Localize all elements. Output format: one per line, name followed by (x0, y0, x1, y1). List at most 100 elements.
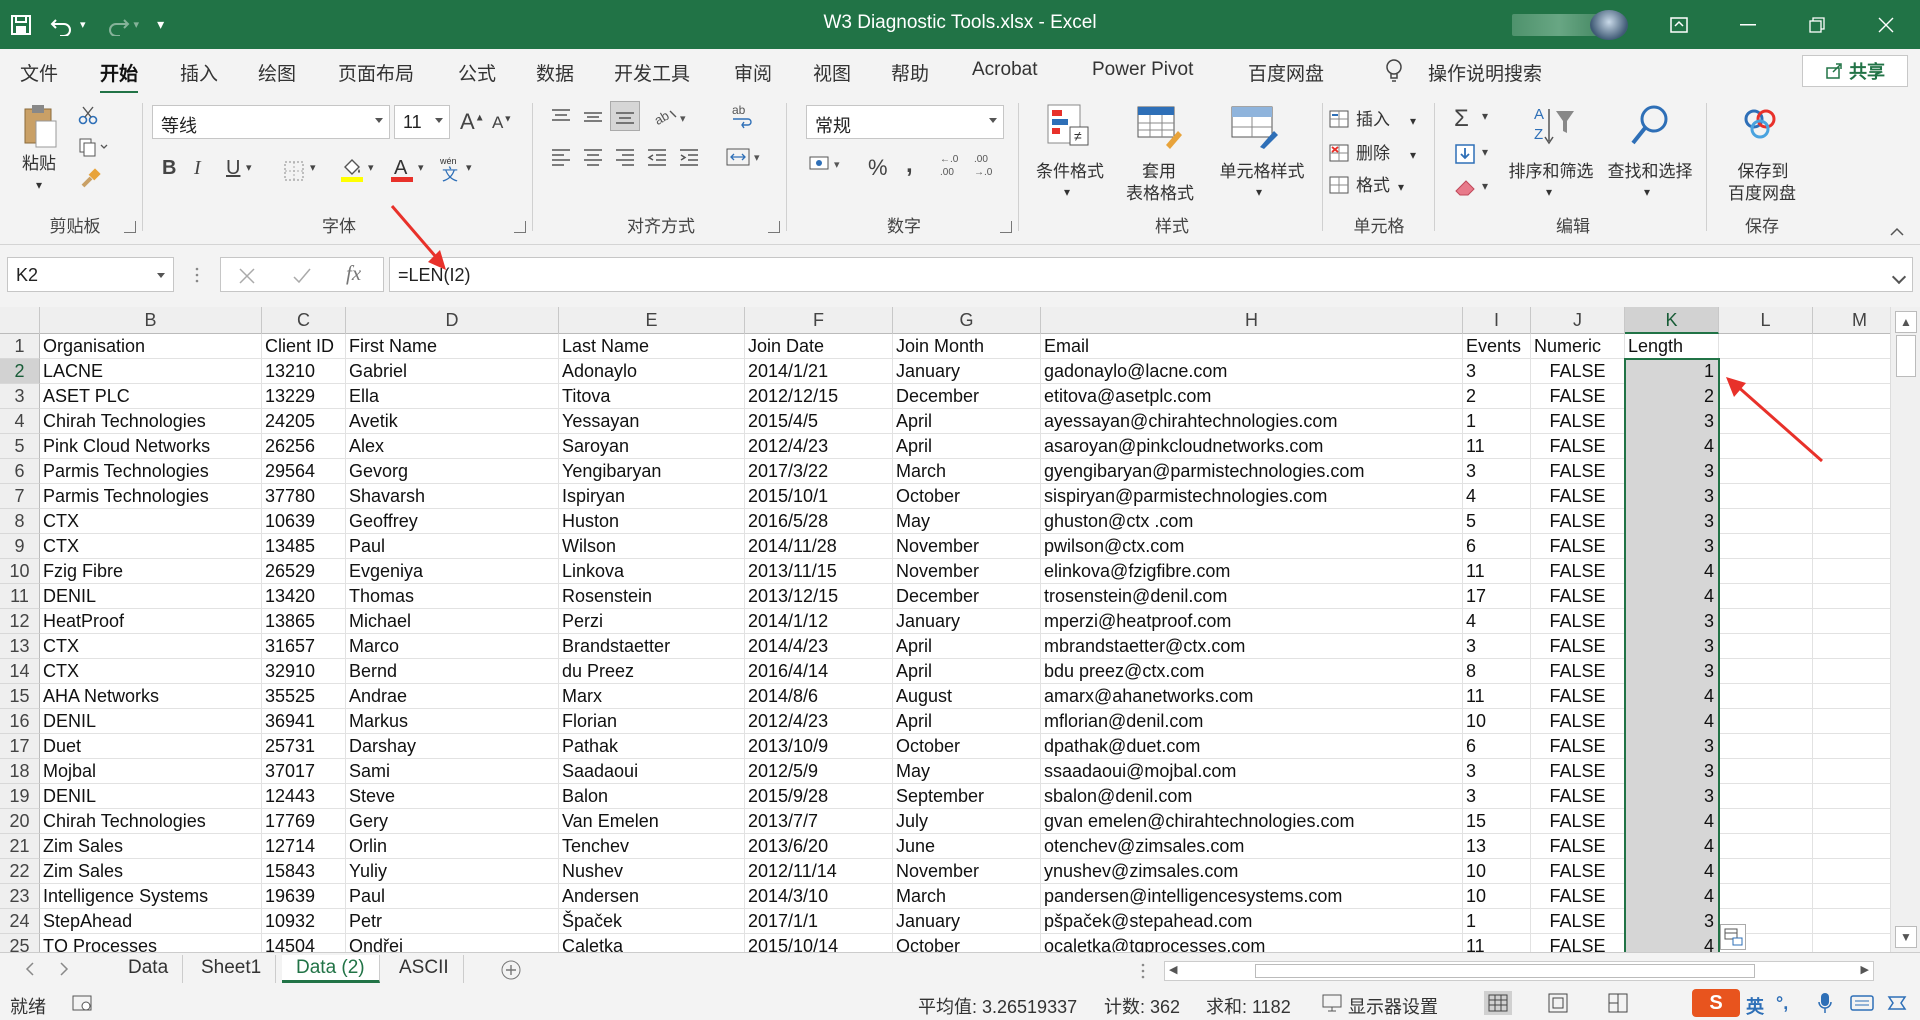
cell-d19[interactable]: Steve (346, 784, 559, 809)
sheet-tab-data[interactable]: Data (114, 955, 184, 983)
cell-i23[interactable]: 10 (1463, 884, 1531, 909)
cell-e3[interactable]: Titova (559, 384, 745, 409)
cell-c21[interactable]: 12714 (262, 834, 346, 859)
cell-b23[interactable]: Intelligence Systems (40, 884, 262, 909)
cell-b2[interactable]: LACNE (40, 359, 262, 384)
cell-b9[interactable]: CTX (40, 534, 262, 559)
cell-d7[interactable]: Shavarsh (346, 484, 559, 509)
increase-indent-icon[interactable] (678, 147, 700, 172)
cell-g25[interactable]: October (893, 934, 1041, 952)
cell-k4[interactable]: 3 (1625, 409, 1719, 434)
cell-i3[interactable]: 2 (1463, 384, 1531, 409)
underline-button[interactable]: U (226, 157, 240, 180)
macro-record-icon[interactable] (72, 994, 94, 1017)
decrease-indent-icon[interactable] (646, 147, 668, 172)
cell-m12[interactable] (1813, 609, 1890, 634)
cell-k19[interactable]: 3 (1625, 784, 1719, 809)
paste-icon[interactable] (22, 103, 58, 154)
cell-j17[interactable]: FALSE (1531, 734, 1625, 759)
find-dropdown-icon[interactable]: ▾ (1644, 182, 1650, 203)
row-header[interactable]: 8 (0, 509, 40, 534)
cell-m2[interactable] (1813, 359, 1890, 384)
insert-dropdown-icon[interactable]: ▾ (1410, 111, 1416, 132)
cell-d21[interactable]: Orlin (346, 834, 559, 859)
cell-m14[interactable] (1813, 659, 1890, 684)
cell-c17[interactable]: 25731 (262, 734, 346, 759)
row-header[interactable]: 9 (0, 534, 40, 559)
cell-d15[interactable]: Andrae (346, 684, 559, 709)
format-dropdown-icon[interactable]: ▾ (1398, 177, 1404, 198)
insert-function-icon[interactable]: fx (346, 261, 361, 286)
cell-m8[interactable] (1813, 509, 1890, 534)
cell-l1[interactable] (1719, 334, 1813, 359)
row-header[interactable]: 12 (0, 609, 40, 634)
cancel-icon[interactable] (238, 267, 256, 290)
page-layout-view-icon[interactable] (1544, 991, 1572, 1020)
cell-k21[interactable]: 4 (1625, 834, 1719, 859)
scroll-left-icon[interactable]: ◀ (1169, 963, 1177, 976)
cell-h6[interactable]: gyengibaryan@parmistechnologies.com (1041, 459, 1463, 484)
row-header[interactable]: 16 (0, 709, 40, 734)
cell-m15[interactable] (1813, 684, 1890, 709)
font-color-icon[interactable]: A (390, 155, 414, 188)
cell-h2[interactable]: gadonaylo@lacne.com (1041, 359, 1463, 384)
cell-l22[interactable] (1719, 859, 1813, 884)
cell-c13[interactable]: 31657 (262, 634, 346, 659)
column-header-j[interactable]: J (1531, 307, 1625, 334)
cell-c12[interactable]: 13865 (262, 609, 346, 634)
cell-d12[interactable]: Michael (346, 609, 559, 634)
cell-j18[interactable]: FALSE (1531, 759, 1625, 784)
cell-b25[interactable]: TQ Processes (40, 934, 262, 952)
cell-j25[interactable]: FALSE (1531, 934, 1625, 952)
cell-b14[interactable]: CTX (40, 659, 262, 684)
cell-i10[interactable]: 11 (1463, 559, 1531, 584)
cell-j24[interactable]: FALSE (1531, 909, 1625, 934)
cell-m21[interactable] (1813, 834, 1890, 859)
cell-k10[interactable]: 4 (1625, 559, 1719, 584)
column-header-b[interactable]: B (40, 307, 262, 334)
cell-i19[interactable]: 3 (1463, 784, 1531, 809)
cell-d5[interactable]: Alex (346, 434, 559, 459)
cell-i24[interactable]: 1 (1463, 909, 1531, 934)
format-cells-button[interactable]: 格式 (1356, 175, 1390, 196)
format-painter-icon[interactable] (80, 167, 102, 194)
cell-j19[interactable]: FALSE (1531, 784, 1625, 809)
conditional-dropdown-icon[interactable]: ▾ (1064, 182, 1070, 203)
sheet-tab-sheet1[interactable]: Sheet1 (187, 955, 277, 983)
cell-l9[interactable] (1719, 534, 1813, 559)
cell-j16[interactable]: FALSE (1531, 709, 1625, 734)
find-select-icon[interactable] (1630, 103, 1670, 154)
cell-m4[interactable] (1813, 409, 1890, 434)
cell-l23[interactable] (1719, 884, 1813, 909)
cell-j2[interactable]: FALSE (1531, 359, 1625, 384)
cell-j10[interactable]: FALSE (1531, 559, 1625, 584)
row-header[interactable]: 7 (0, 484, 40, 509)
cell-d8[interactable]: Geoffrey (346, 509, 559, 534)
font-size-select[interactable]: 11 (394, 105, 450, 139)
cell-styles-icon[interactable] (1230, 105, 1278, 154)
tab-draw[interactable]: 绘图 (258, 59, 296, 86)
cell-h22[interactable]: ynushev@zimsales.com (1041, 859, 1463, 884)
cell-k15[interactable]: 4 (1625, 684, 1719, 709)
row-header[interactable]: 13 (0, 634, 40, 659)
cell-b17[interactable]: Duet (40, 734, 262, 759)
microphone-icon[interactable] (1818, 992, 1832, 1019)
cell-e9[interactable]: Wilson (559, 534, 745, 559)
column-header-i[interactable]: I (1463, 307, 1531, 334)
customize-qat-icon[interactable]: ▾ (157, 16, 164, 33)
cell-d20[interactable]: Gery (346, 809, 559, 834)
cell-g18[interactable]: May (893, 759, 1041, 784)
cell-h15[interactable]: amarx@ahanetworks.com (1041, 684, 1463, 709)
normal-view-icon[interactable] (1484, 991, 1512, 1015)
cell-l2[interactable] (1719, 359, 1813, 384)
cell-e17[interactable]: Pathak (559, 734, 745, 759)
cell-m22[interactable] (1813, 859, 1890, 884)
cell-g11[interactable]: December (893, 584, 1041, 609)
close-icon[interactable] (1851, 0, 1920, 49)
font-name-select[interactable]: 等线 (152, 105, 390, 139)
lightbulb-icon[interactable] (1385, 59, 1403, 89)
cell-l13[interactable] (1719, 634, 1813, 659)
cell-k22[interactable]: 4 (1625, 859, 1719, 884)
row-header[interactable]: 15 (0, 684, 40, 709)
cell-b19[interactable]: DENIL (40, 784, 262, 809)
